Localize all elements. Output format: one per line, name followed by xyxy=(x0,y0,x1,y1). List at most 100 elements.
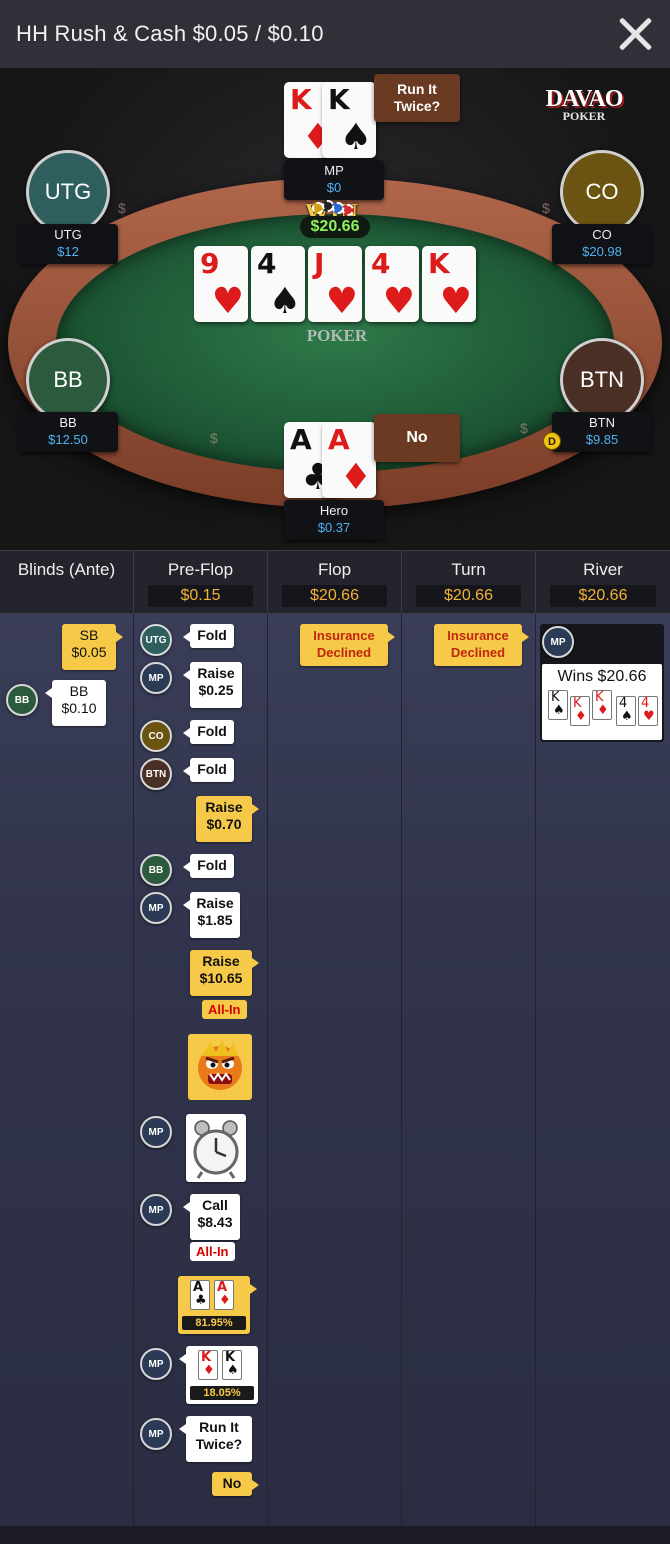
utg-avatar: UTG xyxy=(140,624,172,656)
col-river: River $20.66 xyxy=(536,551,670,615)
blinds-column xyxy=(0,614,134,1526)
rail-decoration: $ xyxy=(118,200,126,216)
player-stack: $0.37 xyxy=(317,520,351,535)
hand-history-screen: HH Rush & Cash $0.05 / $0.10 $ $ $ $ POK… xyxy=(0,0,670,1544)
win-card-4: 4 ♠ xyxy=(616,696,636,726)
action-history[interactable]: SB $0.05 BB BB $0.10 UTG Fold MP Raise $… xyxy=(0,614,670,1526)
bb-post: BB $0.10 xyxy=(45,680,106,726)
turn-insurance-declined: Insurance Declined xyxy=(434,624,529,666)
btn-fold: Fold xyxy=(183,758,234,782)
mp-equity-box: K ♦ K ♠ 18.05% xyxy=(179,1346,258,1404)
hero-equity-card-2: A ♦ xyxy=(214,1280,234,1310)
turn-column xyxy=(402,614,536,1526)
seat-co-avatar[interactable]: CO xyxy=(560,150,644,234)
win-card-2: K ♦ xyxy=(570,696,590,726)
dealer-button: D xyxy=(543,432,561,450)
brand-logo: DAVAO POKER xyxy=(536,86,632,124)
co-avatar: CO xyxy=(140,720,172,752)
bb-fold: Fold xyxy=(183,854,234,878)
player-name: Hero xyxy=(319,503,349,518)
player-name: UTG xyxy=(54,227,82,242)
mp-equity: 18.05% xyxy=(190,1386,254,1400)
rail-decoration: $ xyxy=(542,200,550,216)
btn-avatar: BTN xyxy=(140,758,172,790)
run-it-twice-prompt: Run It Twice? xyxy=(374,74,460,122)
mp-avatar: MP xyxy=(140,1348,172,1380)
river-win-box: MP Wins $20.66 K ♠ K ♦ K ♦ 4 ♠ 4 ♥ xyxy=(540,624,664,742)
col-title: River xyxy=(583,560,623,579)
mp-equity-card-1: K ♦ xyxy=(198,1350,218,1380)
player-name: BTN xyxy=(589,415,615,430)
col-pot: $0.15 xyxy=(148,585,253,607)
river-win-panel: Wins $20.66 K ♠ K ♦ K ♦ 4 ♠ 4 ♥ xyxy=(542,664,662,740)
board-card-1: 9 ♥ xyxy=(194,246,248,322)
flop-column xyxy=(268,614,402,1526)
rail-decoration: $ xyxy=(520,420,528,436)
seat-co-plate: CO $20.98 xyxy=(552,224,652,264)
col-preflop: Pre-Flop $0.15 xyxy=(134,551,268,615)
player-stack: $20.98 xyxy=(582,244,622,259)
mp-allin-badge: All-In xyxy=(190,1242,235,1261)
seat-utg-avatar[interactable]: UTG xyxy=(26,150,110,234)
seat-btn-plate: BTN $9.85 xyxy=(552,412,652,452)
hero-raise-2: Raise $10.65 xyxy=(190,950,259,996)
win-card-1: K ♠ xyxy=(548,690,568,720)
player-stack: $12.50 xyxy=(48,432,88,447)
alarm-clock-graphic xyxy=(193,1120,239,1179)
hero-equity-card-1: A ♣ xyxy=(190,1280,210,1310)
mp-avatar: MP xyxy=(140,662,172,694)
col-pot: $20.66 xyxy=(282,585,387,607)
player-stack: $0 xyxy=(326,180,342,195)
win-card-5: 4 ♥ xyxy=(638,696,658,726)
board-card-4: 4 ♥ xyxy=(365,246,419,322)
seat-mp-plate: MP $0 xyxy=(284,160,384,200)
mp-avatar: MP xyxy=(140,1194,172,1226)
rail-decoration: $ xyxy=(210,430,218,446)
alarm-clock-icon xyxy=(186,1114,246,1182)
bb-avatar: BB xyxy=(6,684,38,716)
seat-bb-avatar[interactable]: BB xyxy=(26,338,110,422)
hero-equity: 81.95% xyxy=(182,1316,246,1330)
street-header-row: Blinds (Ante) Pre-Flop $0.15 Flop $20.66… xyxy=(0,550,670,615)
bottom-strip xyxy=(0,1526,670,1544)
angry-emoji-icon xyxy=(188,1034,252,1100)
hero-no: No xyxy=(212,1472,259,1496)
col-blinds: Blinds (Ante) xyxy=(0,551,134,615)
sb-post: SB $0.05 xyxy=(62,624,123,670)
player-name: BB xyxy=(59,415,77,430)
hero-allin-badge: All-In xyxy=(202,1000,247,1019)
mp-raise-2: Raise $1.85 xyxy=(183,892,240,938)
close-icon[interactable] xyxy=(616,15,654,53)
felt-logo: POKER xyxy=(306,326,368,345)
hero-reply-bubble: No xyxy=(374,414,460,462)
player-name: CO xyxy=(592,227,612,242)
win-card-3: K ♦ xyxy=(592,690,612,720)
angry-emoji-graphic xyxy=(198,1040,242,1090)
col-title: Flop xyxy=(317,560,352,579)
mp-run-it-twice: Run It Twice? xyxy=(179,1416,252,1462)
seat-hero-plate: Hero $0.37 xyxy=(284,500,384,540)
mp-avatar: MP xyxy=(140,1116,172,1148)
hero-raise-1: Raise $0.70 xyxy=(196,796,259,842)
seat-utg-plate: UTG $12 xyxy=(18,224,118,264)
pot-amount: $20.66 xyxy=(300,216,370,238)
col-flop: Flop $20.66 xyxy=(268,551,402,615)
player-name: MP xyxy=(324,163,344,178)
board-card-3: J ♥ xyxy=(308,246,362,322)
poker-table-area: $ $ $ $ POKER DAVAO POKER UTG UTG $12 CO… xyxy=(0,68,670,550)
header-bar: HH Rush & Cash $0.05 / $0.10 xyxy=(0,0,670,68)
seat-bb-plate: BB $12.50 xyxy=(18,412,118,452)
mp-avatar: MP xyxy=(140,892,172,924)
bb-avatar: BB xyxy=(140,854,172,886)
seat-btn-avatar[interactable]: BTN xyxy=(560,338,644,422)
col-turn: Turn $20.66 xyxy=(402,551,536,615)
hero-card-2: A ♦ xyxy=(322,422,376,498)
col-title: Pre-Flop xyxy=(167,560,234,579)
col-pot: $20.66 xyxy=(416,585,521,607)
mp-call: Call $8.43 xyxy=(183,1194,240,1240)
col-title: Turn xyxy=(451,560,486,579)
player-stack: $9.85 xyxy=(585,432,619,447)
page-title: HH Rush & Cash $0.05 / $0.10 xyxy=(16,21,324,46)
river-wins-text: Wins $20.66 xyxy=(557,668,647,685)
mp-avatar: MP xyxy=(542,626,574,658)
